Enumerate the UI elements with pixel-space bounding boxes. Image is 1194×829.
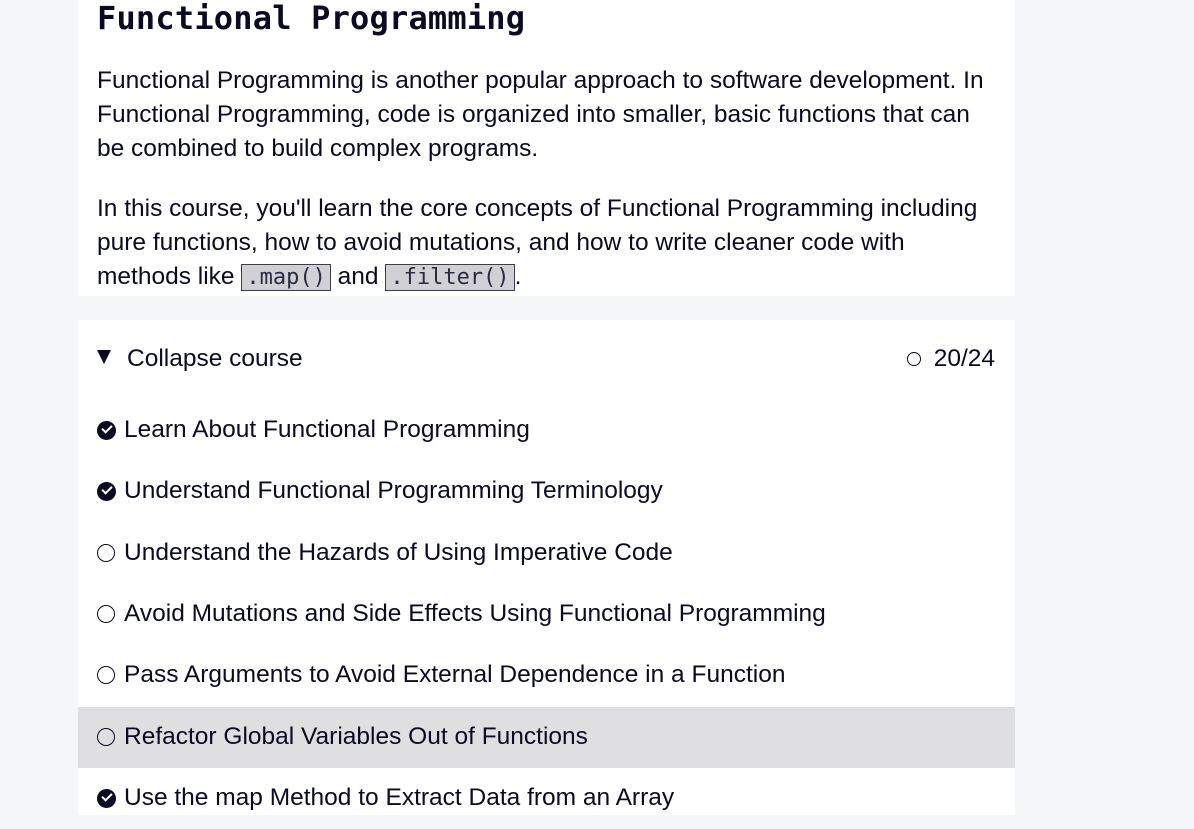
- check-mark: [97, 482, 116, 502]
- caret-down-icon: [97, 350, 111, 364]
- course-title: Functional Programming: [97, 0, 526, 37]
- description-text: and: [330, 263, 386, 290]
- challenge-item[interactable]: Understand Functional Programming Termin…: [78, 461, 1015, 522]
- challenge-item[interactable]: Understand the Hazards of Using Imperati…: [78, 523, 1015, 584]
- challenge-item[interactable]: Learn About Functional Programming: [78, 400, 1015, 461]
- challenge-title: Avoid Mutations and Side Effects Using F…: [124, 599, 826, 627]
- map-code: .map(): [241, 264, 331, 291]
- description-text: .: [514, 263, 522, 290]
- empty-circle-icon: [97, 727, 116, 747]
- collapse-course-button[interactable]: Collapse course 20/24: [78, 320, 1015, 400]
- course-column: Functional Programming Functional Progra…: [78, 0, 1015, 815]
- description-text: In this course, you'll learn the core co…: [97, 195, 978, 290]
- check-circle-icon: [97, 421, 116, 440]
- empty-circle-icon: [97, 666, 116, 685]
- course-intro: Functional Programming Functional Progra…: [78, 0, 1015, 296]
- empty-circle-icon: [906, 352, 921, 366]
- challenge-item[interactable]: Refactor Global Variables Out of Functio…: [78, 706, 1015, 768]
- course-description-details: In this course, you'll learn the core co…: [97, 192, 997, 295]
- course-progress: 20/24: [906, 342, 995, 376]
- challenge-title: Use the map Method to Extract Data from …: [124, 783, 675, 811]
- check-circle-icon: [97, 788, 116, 808]
- challenge-title: Understand the Hazards of Using Imperati…: [124, 538, 673, 566]
- circle-outline: [97, 666, 115, 685]
- challenge-title: Refactor Global Variables Out of Functio…: [124, 722, 588, 750]
- course-block: Collapse course 20/24 Learn About Functi…: [78, 320, 1015, 815]
- empty-circle-icon: [97, 604, 116, 624]
- challenge-title: Learn About Functional Programming: [124, 416, 530, 443]
- circle-outline: [97, 727, 115, 746]
- challenge-title: Understand Functional Programming Termin…: [124, 477, 663, 505]
- circle-outline: [97, 604, 115, 623]
- challenge-title: Pass Arguments to Avoid External Depende…: [124, 661, 786, 689]
- course-description: Functional Programming is another popula…: [97, 67, 984, 162]
- challenge-item[interactable]: Use the map Method to Extract Data from …: [78, 768, 1015, 829]
- filter-code: .filter(): [385, 264, 515, 291]
- collapse-course-label: Collapse course: [127, 345, 303, 372]
- check-mark: [97, 788, 116, 808]
- progress-count: 20/24: [933, 345, 995, 372]
- check-mark: [97, 421, 116, 440]
- circle-outline: [97, 543, 115, 562]
- check-circle-icon: [97, 482, 116, 502]
- challenge-item[interactable]: Pass Arguments to Avoid External Depende…: [78, 645, 1015, 706]
- empty-circle-icon: [97, 543, 116, 563]
- challenge-item[interactable]: Avoid Mutations and Side Effects Using F…: [78, 584, 1015, 645]
